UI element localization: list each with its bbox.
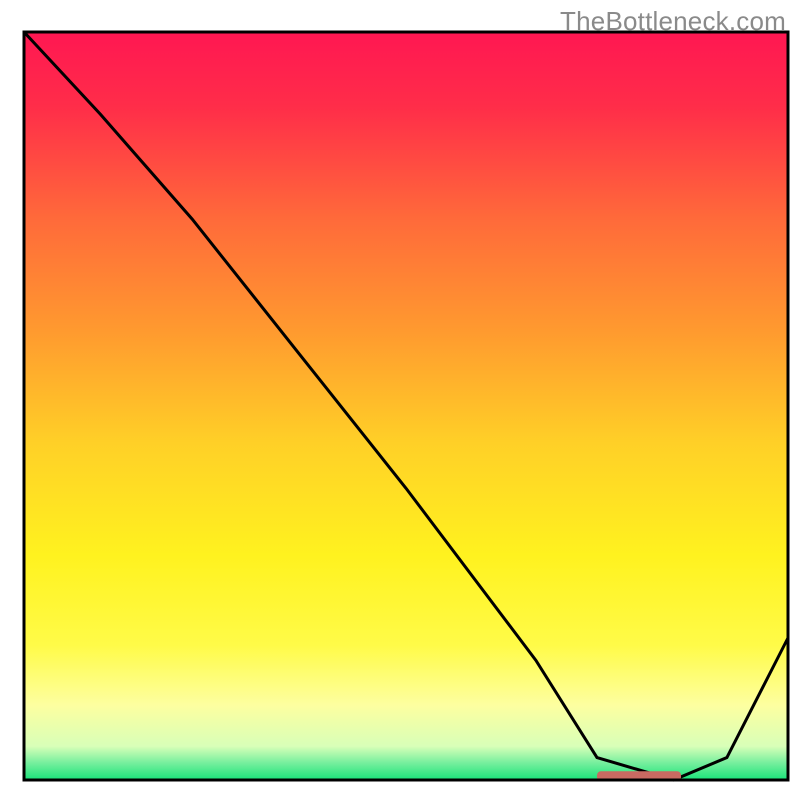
watermark-text: TheBottleneck.com — [560, 6, 786, 37]
gradient-background — [24, 32, 788, 780]
bottleneck-chart — [0, 0, 800, 800]
chart-frame: TheBottleneck.com — [0, 0, 800, 800]
